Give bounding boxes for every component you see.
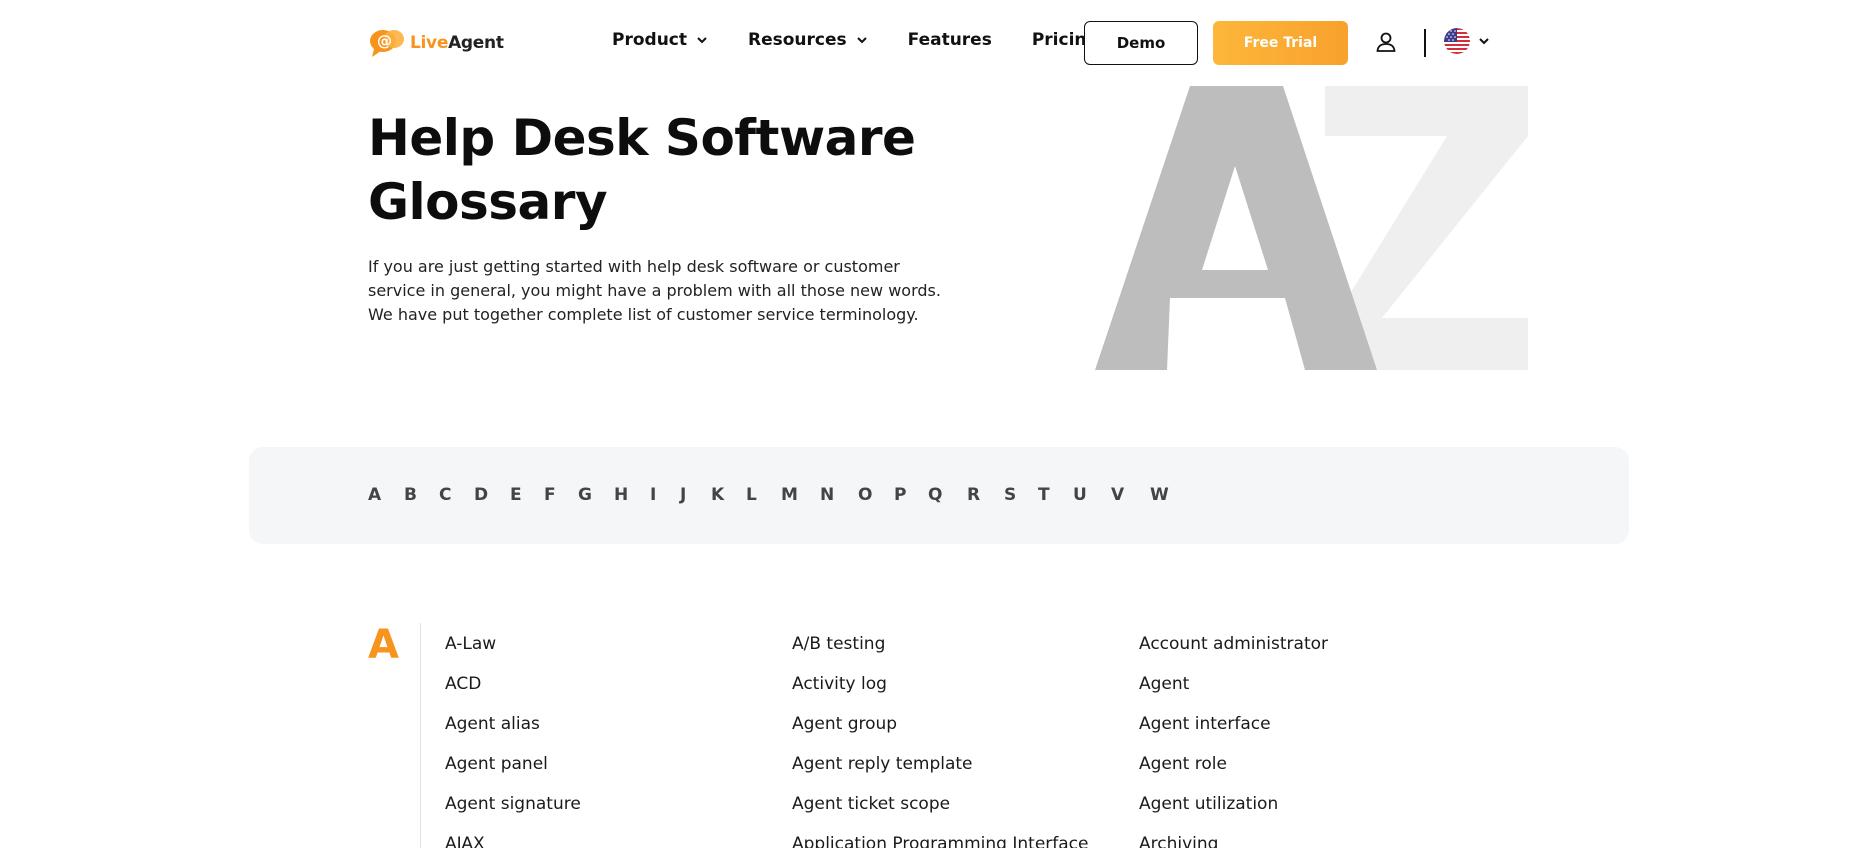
alphabet-letter-w[interactable]: W — [1150, 485, 1169, 505]
nav-features-label: Features — [907, 30, 992, 50]
page-description: If you are just getting started with hel… — [368, 257, 941, 324]
demo-button[interactable]: Demo — [1084, 21, 1198, 65]
alphabet-letter-v[interactable]: V — [1111, 485, 1124, 505]
glossary-term-link[interactable]: Agent signature — [445, 793, 792, 816]
glossary-terms: A-Law A/B testing Account administrator ACD… — [445, 633, 1545, 848]
section-letter: A — [368, 622, 399, 668]
logo-bubble-icon: @ — [370, 30, 404, 57]
glossary-term-link[interactable]: Application Programming Interface — [792, 833, 1139, 848]
glossary-term-link[interactable]: Activity log — [792, 673, 1139, 696]
alphabet-letter-g[interactable]: G — [578, 485, 592, 505]
alphabet-letter-i[interactable]: I — [650, 485, 656, 505]
header-divider — [1424, 29, 1426, 57]
alphabet-letter-k[interactable]: K — [711, 485, 724, 505]
glossary-term-link[interactable]: Agent utilization — [1139, 793, 1486, 816]
alphabet-letter-q[interactable]: Q — [928, 485, 942, 505]
site-header: @ LiveAgent Product Resources Features P… — [0, 0, 1872, 86]
glossary-term-link[interactable]: Agent interface — [1139, 713, 1486, 736]
page-title-line-1: Help Desk Software — [368, 109, 916, 167]
svg-text:@: @ — [377, 32, 392, 50]
nav-features[interactable]: Features — [908, 30, 992, 50]
nav-product-label: Product — [612, 30, 687, 50]
glossary-term-link[interactable]: Agent — [1139, 673, 1486, 696]
glossary-term-link[interactable]: AJAX — [445, 833, 792, 848]
language-selector[interactable] — [1444, 28, 1490, 54]
alphabet-letter-s[interactable]: S — [1004, 485, 1016, 505]
alphabet-bar: A B C D E F G H I J K L M N O P Q R S T U V W — [249, 447, 1629, 544]
alphabet-letter-o[interactable]: O — [858, 485, 872, 505]
glossary-term-link[interactable]: Account administrator — [1139, 633, 1486, 656]
alphabet-letter-t[interactable]: T — [1038, 485, 1050, 505]
az-illustration — [1095, 86, 1528, 370]
main-nav: Product Resources Features Pricing — [612, 30, 1139, 50]
alphabet-letter-a[interactable]: A — [368, 485, 381, 505]
alphabet-letter-l[interactable]: L — [746, 485, 757, 505]
liveagent-logo[interactable]: @ LiveAgent — [368, 28, 504, 58]
alphabet-letter-h[interactable]: H — [614, 485, 628, 505]
alphabet-letter-e[interactable]: E — [510, 485, 522, 505]
nav-resources[interactable]: Resources — [748, 30, 868, 50]
alphabet-letter-u[interactable]: U — [1073, 485, 1087, 505]
us-flag-icon — [1444, 28, 1470, 54]
alphabet-letter-p[interactable]: P — [894, 485, 906, 505]
glossary-term-link[interactable]: Agent role — [1139, 753, 1486, 776]
glossary-term-link[interactable]: ACD — [445, 673, 792, 696]
alphabet-letter-b[interactable]: B — [404, 485, 417, 505]
alphabet-letter-m[interactable]: M — [781, 485, 798, 505]
glossary-term-link[interactable]: Agent reply template — [792, 753, 1139, 776]
glossary-term-link[interactable]: Archiving — [1139, 833, 1486, 848]
glossary-term-link[interactable]: Agent panel — [445, 753, 792, 776]
alphabet-letter-f[interactable]: F — [544, 485, 556, 505]
chevron-down-icon — [1479, 38, 1489, 45]
page-title-line-2: Glossary — [368, 173, 608, 231]
glossary-term-link[interactable]: A-Law — [445, 633, 792, 656]
glossary-term-link[interactable]: Agent ticket scope — [792, 793, 1139, 816]
nav-product[interactable]: Product — [612, 30, 708, 50]
glossary-term-link[interactable]: A/B testing — [792, 633, 1139, 656]
chevron-down-icon — [697, 37, 707, 44]
page-title: Help Desk Software Glossary — [368, 106, 968, 234]
section-divider — [420, 623, 421, 848]
alphabet-letter-n[interactable]: N — [820, 485, 834, 505]
alphabet-letter-r[interactable]: R — [967, 485, 980, 505]
glossary-term-link[interactable]: Agent group — [792, 713, 1139, 736]
alphabet-letter-d[interactable]: D — [474, 485, 488, 505]
free-trial-button[interactable]: Free Trial — [1213, 21, 1348, 65]
alphabet-letter-j[interactable]: J — [680, 485, 686, 505]
glossary-term-link[interactable]: Agent alias — [445, 713, 792, 736]
logo-text: LiveAgent — [410, 33, 504, 53]
nav-resources-label: Resources — [748, 30, 847, 50]
alphabet-letter-c[interactable]: C — [439, 485, 451, 505]
user-icon[interactable] — [1374, 30, 1398, 54]
chevron-down-icon — [856, 37, 867, 44]
